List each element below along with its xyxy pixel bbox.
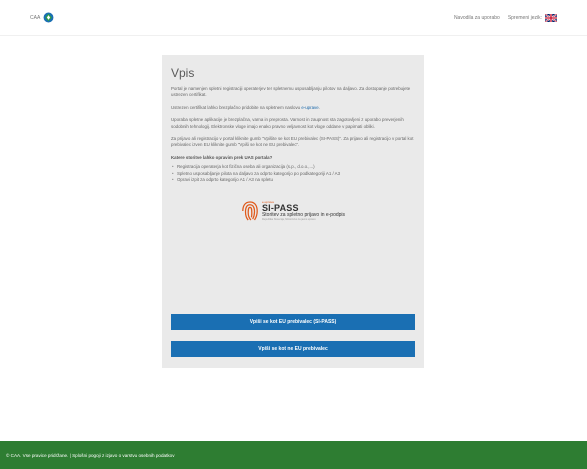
page-title: Vpis (171, 66, 195, 80)
certificate-suffix: . (318, 104, 320, 110)
login-panel: Vpis Portal je namenjen spletni registra… (162, 55, 424, 368)
sipass-logo: e-uprava SI-PASS Storitev za spletno pri… (171, 198, 415, 224)
list-item: Opravi izpit za odprto kategorijo A1 / A… (171, 177, 415, 184)
non-eu-login-button[interactable]: Vpiši se kot ne EU prebivalec (171, 341, 415, 357)
footer-text[interactable]: © CAA. Vse pravice pridržane. | Splošni … (6, 453, 175, 458)
eu-login-button[interactable]: Vpiši se kot EU prebivalec (SI-PASS) (171, 314, 415, 330)
brand-text: CAA (30, 14, 41, 21)
services-list: Registracija operaterja kot fizična oseb… (171, 164, 415, 184)
sipass-tiny-label: Republika Slovenija, Ministrstvo za javn… (261, 217, 316, 221)
sipass-fingerprint-icon (242, 201, 258, 221)
intro-paragraph: Portal je namenjen spletni registraciji … (171, 86, 411, 98)
caa-logo-icon (43, 12, 54, 23)
e-uprava-link[interactable]: e-uprave (301, 105, 318, 110)
usage-paragraph: Uporaba spletne aplikacije je brezplačna… (171, 117, 404, 129)
top-bar: CAA Navodila za uporabo Spremeni jezik: (0, 0, 587, 36)
uk-flag-icon[interactable] (545, 13, 557, 22)
top-nav: Navodila za uporabo Spremeni jezik: (454, 13, 557, 22)
footer: © CAA. Vse pravice pridržane. | Splošni … (0, 441, 587, 469)
services-question: Katere storitve lahko opravim prek UAS p… (171, 154, 273, 160)
instructions-link[interactable]: Navodila za uporabo (454, 15, 500, 21)
list-item: Registracija operaterja kot fizična oseb… (171, 164, 415, 171)
certificate-paragraph: Ustrezen certifikat lahko brezplačno pri… (171, 105, 415, 111)
language-switcher[interactable]: Spremeni jezik: (507, 13, 557, 22)
brand[interactable]: CAA (30, 12, 54, 23)
language-label: Spremeni jezik: (507, 14, 542, 21)
login-instructions-paragraph: Za prijavo ali registracijo v portal kli… (171, 136, 414, 148)
sipass-texts: e-uprava SI-PASS Storitev za spletno pri… (261, 200, 345, 222)
list-item: Spletno usposabljanje pilota na daljavo … (171, 171, 415, 178)
certificate-text: Ustrezen certifikat lahko brezplačno pri… (171, 104, 302, 110)
